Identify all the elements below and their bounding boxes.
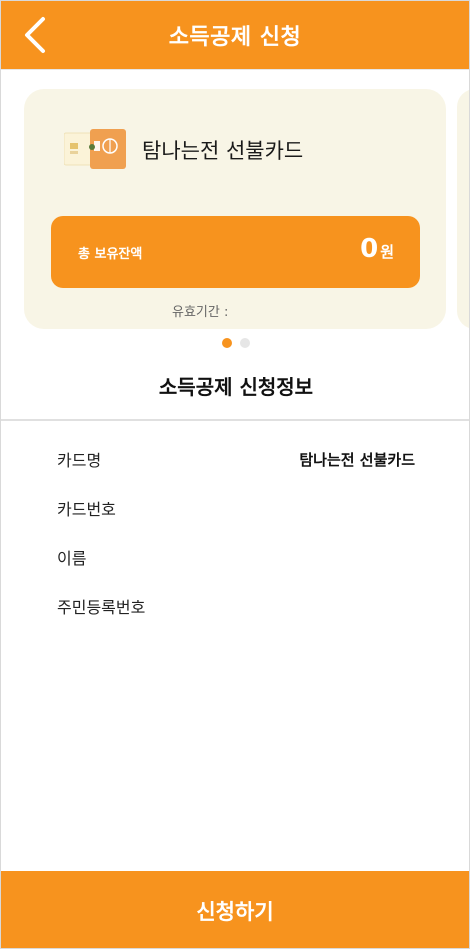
app-screen: 소득공제 신청 탐나는전 선불카드 총 보유잔액 0 원 유효기간: 소득공제… <box>0 0 470 949</box>
card-name: 탐나는전 선불카드 <box>142 139 304 163</box>
info-row-card-name: 카드명 탐나는전 선불카드 <box>57 447 415 471</box>
info-value: 탐나는전 선불카드 <box>299 450 415 469</box>
info-label: 주민등록번호 <box>57 598 146 617</box>
info-label: 카드번호 <box>57 500 116 519</box>
prepaid-card-icon <box>64 129 126 169</box>
balance-box: 총 보유잔액 0 원 <box>51 216 420 288</box>
back-button[interactable] <box>11 11 59 59</box>
section-divider <box>1 419 469 421</box>
balance-amount: 0 <box>360 234 379 264</box>
info-row-name: 이름 <box>57 545 415 569</box>
info-row-resident-number: 주민등록번호 <box>57 594 415 618</box>
prepaid-card[interactable]: 탐나는전 선불카드 총 보유잔액 0 원 유효기간 : <box>24 89 446 329</box>
carousel-indicator <box>1 338 469 350</box>
info-label: 카드명 <box>57 451 102 470</box>
header-divider <box>1 69 469 70</box>
card-carousel[interactable]: 탐나는전 선불카드 총 보유잔액 0 원 유효기간 : <box>1 89 469 329</box>
page-title: 소득공제 신청 <box>168 25 302 50</box>
validity-label: 유효기간 : <box>172 305 229 320</box>
balance-value: 0 원 <box>360 234 394 264</box>
info-label: 이름 <box>57 549 87 568</box>
info-row-card-number: 카드번호 <box>57 496 415 520</box>
balance-unit: 원 <box>380 243 394 261</box>
app-header: 소득공제 신청 <box>1 1 469 69</box>
submit-button[interactable]: 신청하기 <box>1 871 469 948</box>
section-title: 소득공제 신청정보 <box>158 375 314 399</box>
next-card-peek[interactable] <box>457 89 469 329</box>
balance-label: 총 보유잔액 <box>78 247 143 262</box>
carousel-dot-2[interactable] <box>240 338 250 348</box>
carousel-dot-1[interactable] <box>222 338 232 348</box>
chevron-left-icon <box>25 17 45 53</box>
